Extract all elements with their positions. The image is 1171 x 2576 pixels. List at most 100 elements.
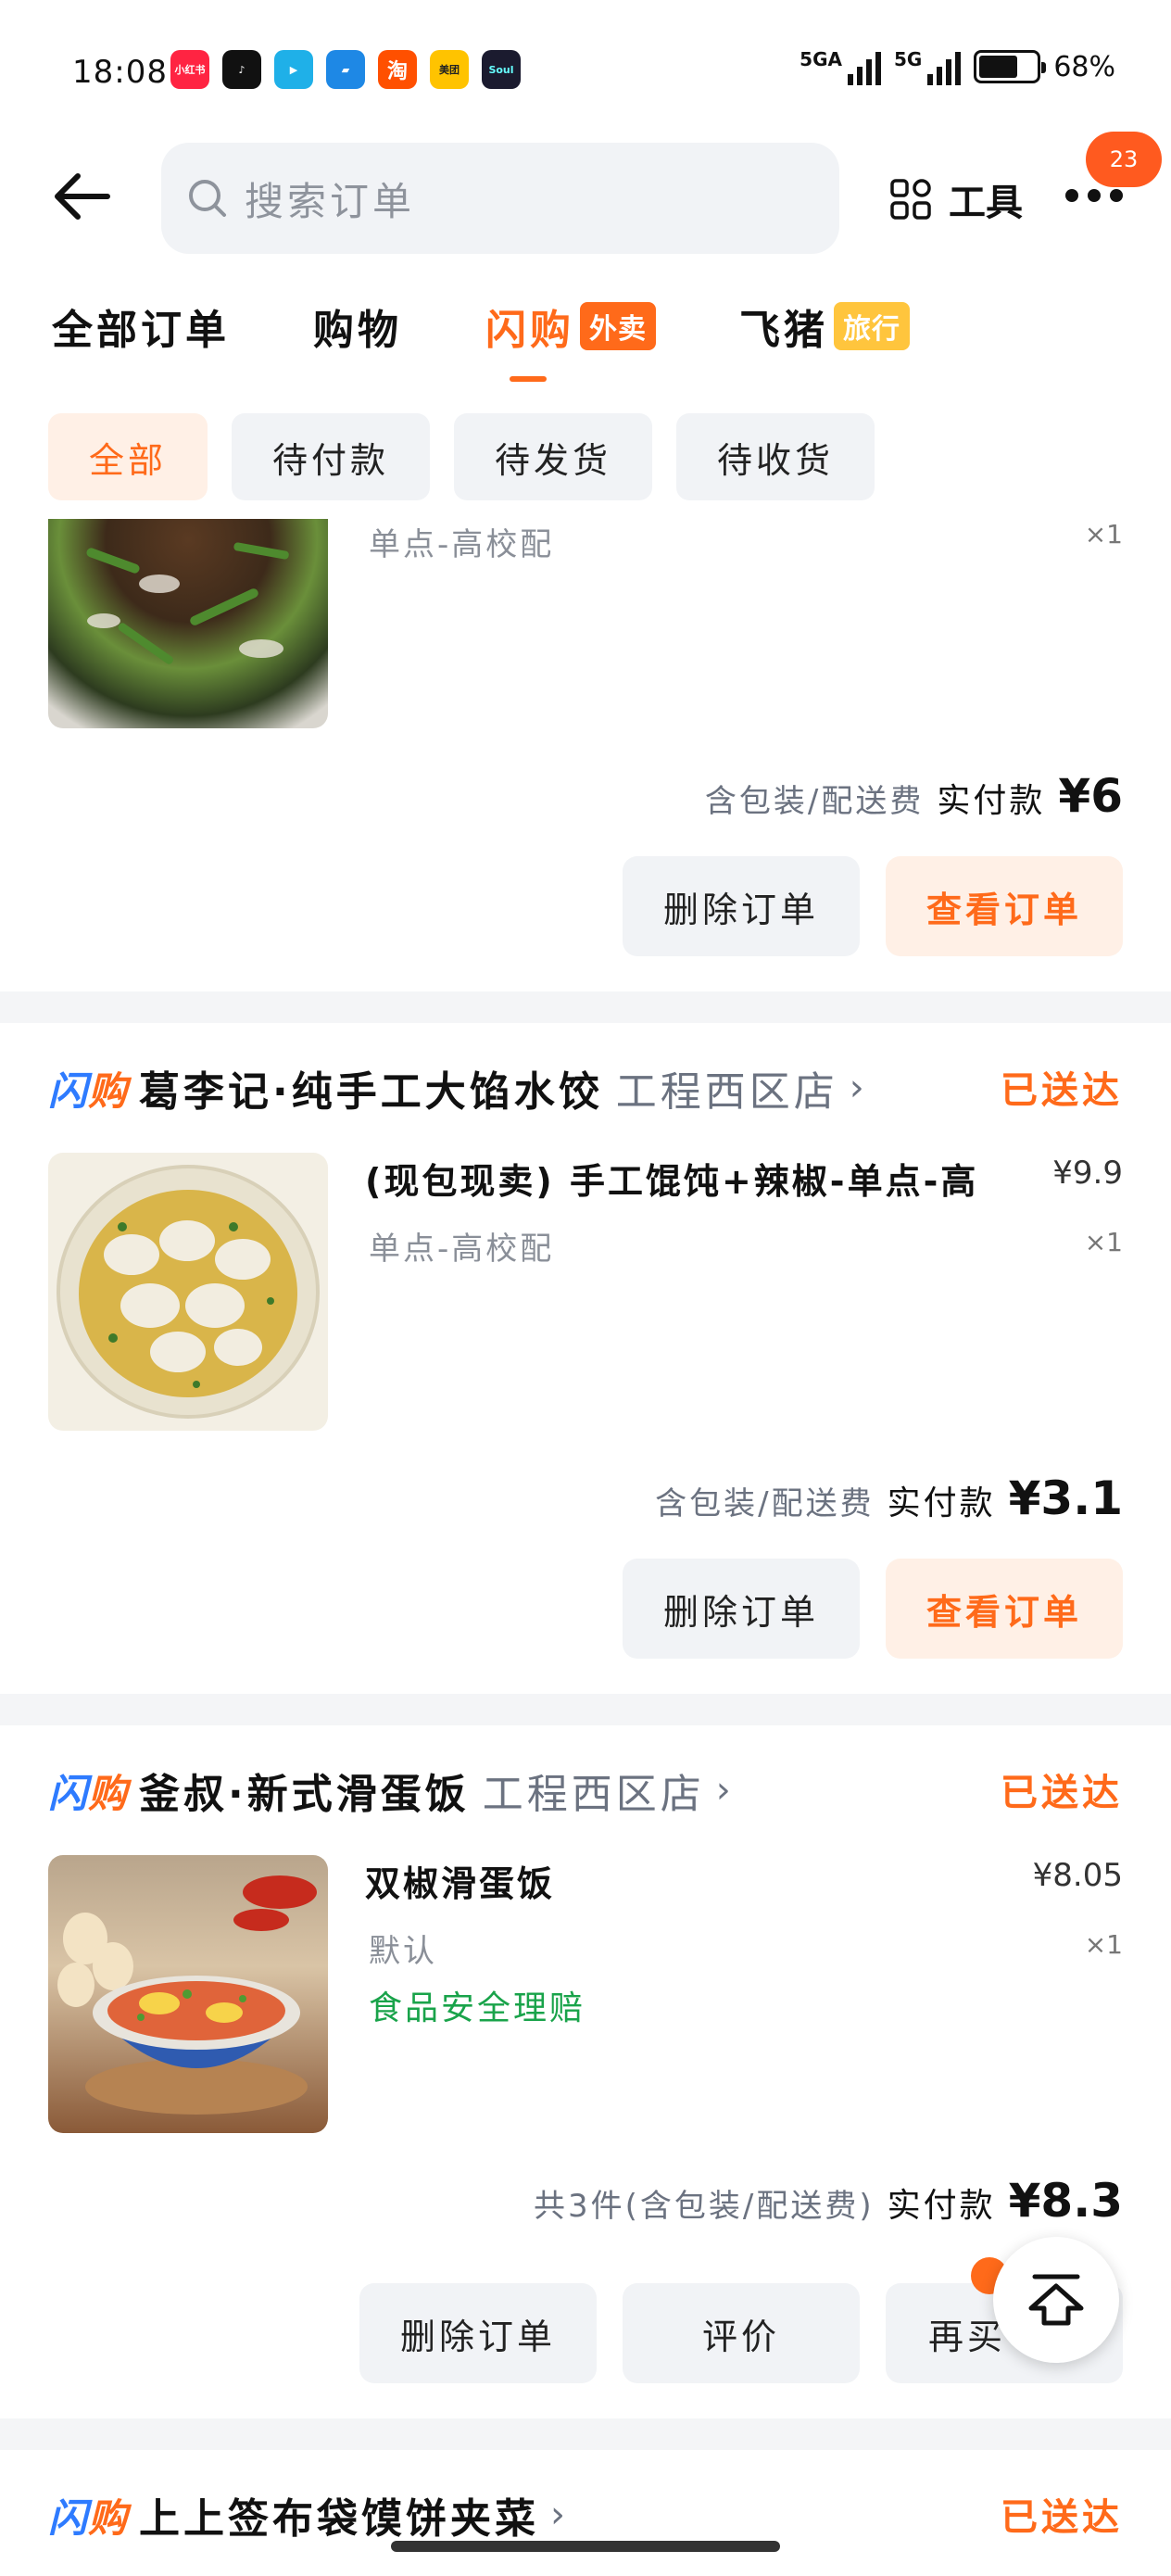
item-name: 双椒滑蛋饭 — [365, 1863, 556, 1904]
store-header[interactable]: 闪购 釜叔·新式滑蛋饭 工程西区店 › — [48, 1762, 1123, 1818]
douyin-icon: ♪ — [222, 50, 261, 89]
active-tab-indicator — [510, 376, 547, 382]
flash-buy-logo: 闪购 — [48, 1067, 129, 1114]
search-input[interactable]: 搜索订单 — [161, 143, 839, 254]
tab-fliggy[interactable]: 飞猪 旅行 — [739, 297, 910, 356]
search-icon — [189, 180, 226, 217]
battery-percent: 68% — [1053, 50, 1115, 83]
chevron-right-icon: › — [849, 1067, 864, 1109]
delete-order-button[interactable]: 删除订单 — [623, 1559, 860, 1659]
tools-label: 工具 — [949, 182, 1023, 224]
item-name: (现包现卖) 手工馄饨+辣椒-单点-高 — [365, 1161, 979, 1202]
chevron-right-icon: › — [550, 2494, 566, 2536]
view-order-button[interactable]: 查看订单 — [886, 1559, 1123, 1659]
tools-button[interactable]: 工具 — [889, 172, 1023, 226]
item-spec: 单点-高校配 — [369, 1231, 555, 1268]
paid-amount: ¥3.1 — [1008, 1471, 1123, 1525]
status-bar: 18:08 小红书 ♪ ▶ ▰ 淘 美团 Soul 5GA 5G 68% — [0, 0, 1171, 139]
battery-icon — [974, 50, 1047, 83]
item-spec: 默认 — [369, 1933, 437, 1970]
status-filter-bar: 全部 待付款 待发货 待收货 — [0, 389, 1171, 519]
view-order-button[interactable]: 查看订单 — [886, 856, 1123, 956]
item-quantity: ×1 — [1084, 1929, 1123, 1960]
soul-icon: Soul — [482, 50, 521, 89]
meituan-icon: 美团 — [430, 50, 469, 89]
order-tabs: 全部订单 购物 闪购 外卖 飞猪 旅行 — [52, 297, 993, 382]
tab-label: 闪购 — [485, 307, 574, 354]
order-status: 已送达 — [1001, 1069, 1123, 1112]
fee-note: 含包装/配送费 — [704, 783, 925, 820]
filter-pending-shipment[interactable]: 待发货 — [454, 413, 653, 500]
store-branch: 工程西区店 — [482, 1771, 705, 1818]
tab-flash-buy[interactable]: 闪购 外卖 — [485, 297, 656, 382]
paid-label: 实付款 — [887, 2187, 996, 2225]
order-total: 共3件(含包装/配送费) 实付款 ¥8.3 — [534, 2174, 1123, 2228]
flash-buy-logo: 闪购 — [48, 1770, 129, 1816]
item-quantity: ×1 — [1084, 519, 1123, 549]
taobao-icon: 淘 — [378, 50, 417, 89]
travel-tag: 旅行 — [834, 302, 910, 350]
item-price: ¥9.9 — [1052, 1155, 1123, 1192]
filter-all[interactable]: 全部 — [48, 413, 208, 500]
fee-note: 含包装/配送费 — [655, 1485, 875, 1522]
order-card: 闪购 葛李记·纯手工大馅水饺 工程西区店 › 已送达 (现包现卖) 手工馄饨+辣… — [0, 1023, 1171, 1694]
paid-label: 实付款 — [937, 782, 1046, 820]
more-menu-icon[interactable] — [1065, 189, 1123, 202]
paid-label: 实付款 — [887, 1484, 996, 1522]
back-to-top-button[interactable] — [993, 2237, 1119, 2363]
store-header[interactable]: 闪购 葛李记·纯手工大馅水饺 工程西区店 › — [48, 1060, 1123, 1116]
item-spec: 单点-高校配 — [369, 526, 555, 563]
search-placeholder: 搜索订单 — [245, 178, 416, 224]
home-indicator[interactable] — [391, 2541, 780, 2552]
order-total: 含包装/配送费 实付款 ¥6 — [705, 769, 1123, 823]
order-status: 已送达 — [1001, 1772, 1123, 1814]
fee-note: 共3件(含包装/配送费) — [533, 2188, 875, 2225]
paid-amount: ¥6 — [1058, 769, 1123, 823]
flash-buy-logo: 闪购 — [48, 2494, 129, 2541]
system-indicators: 5GA 5G 68% — [800, 48, 1115, 85]
store-name: 葛李记·纯手工大馅水饺 — [139, 1068, 603, 1116]
store-name: 釜叔·新式滑蛋饭 — [139, 1771, 470, 1818]
back-to-top-icon — [1028, 2274, 1084, 2326]
notification-icons: 小红书 ♪ ▶ ▰ 淘 美团 Soul — [170, 50, 521, 89]
order-status: 已送达 — [1001, 2496, 1123, 2539]
food-photo-stir-fry[interactable] — [48, 519, 328, 728]
order-card: 单点-高校配 ×1 含包装/配送费 实付款 ¥6 删除订单 查看订单 — [0, 519, 1171, 991]
food-safety-claim-label[interactable]: 食品安全理赔 — [369, 1981, 586, 2029]
xiaohongshu-icon: 小红书 — [170, 50, 209, 89]
filter-pending-receipt[interactable]: 待收货 — [676, 413, 875, 500]
back-arrow-icon[interactable] — [50, 169, 115, 224]
clock: 18:08 — [72, 54, 168, 91]
store-branch: 工程西区店 — [615, 1068, 838, 1116]
review-button[interactable]: 评价 — [623, 2283, 860, 2383]
signal-icon — [847, 48, 881, 85]
item-price: ¥8.05 — [1032, 1857, 1123, 1894]
network-5ga-label: 5GA — [800, 48, 842, 70]
header: 搜索订单 工具 23 全部订单 购物 闪购 外卖 飞猪 旅行 — [0, 132, 1171, 389]
item-quantity: ×1 — [1084, 1227, 1123, 1257]
tab-label: 购物 — [313, 307, 402, 354]
video-app-icon: ▶ — [274, 50, 313, 89]
grid-icon — [890, 179, 931, 220]
network-5g-label: 5G — [893, 48, 923, 70]
order-actions: 删除订单 查看订单 — [623, 1559, 1123, 1659]
store-header[interactable]: 闪购 上上签布袋馍饼夹菜 › — [48, 2487, 1123, 2543]
takeout-tag: 外卖 — [580, 302, 656, 350]
food-photo-egg-rice[interactable] — [48, 1855, 328, 2133]
tab-all-orders[interactable]: 全部订单 — [52, 297, 230, 356]
chevron-right-icon: › — [715, 1769, 731, 1812]
delete-order-button[interactable]: 删除订单 — [623, 856, 860, 956]
delete-order-button[interactable]: 删除订单 — [359, 2283, 597, 2383]
tab-shopping[interactable]: 购物 — [313, 297, 402, 356]
tab-label: 全部订单 — [52, 307, 230, 354]
tab-label: 飞猪 — [739, 307, 828, 354]
paid-amount: ¥8.3 — [1008, 2174, 1123, 2228]
food-photo-wontons[interactable] — [48, 1153, 328, 1431]
order-total: 含包装/配送费 实付款 ¥3.1 — [655, 1471, 1123, 1525]
battery-fill — [979, 56, 1018, 78]
filter-pending-payment[interactable]: 待付款 — [232, 413, 431, 500]
order-card: 闪购 上上签布袋馍饼夹菜 › 已送达 — [0, 2450, 1171, 2576]
signal-icon — [927, 48, 962, 85]
message-badge: 23 — [1086, 132, 1162, 187]
order-actions: 删除订单 查看订单 — [623, 856, 1123, 956]
